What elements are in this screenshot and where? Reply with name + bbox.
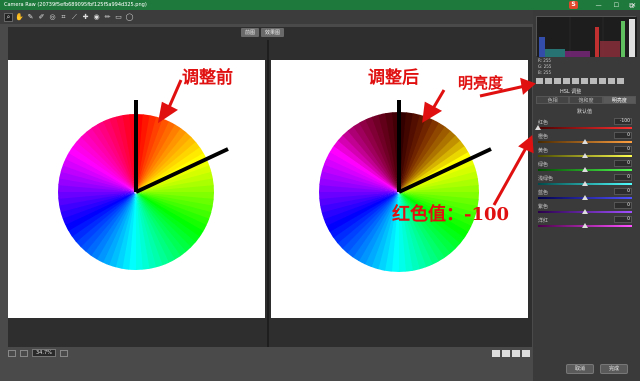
slider-label: 浅绿色 [538, 176, 554, 182]
spot-removal-icon[interactable]: ✚ [81, 13, 90, 22]
view-divider [267, 40, 269, 347]
annotation-before: 调整前 [182, 68, 233, 88]
slider-row: 紫色 0 [538, 202, 634, 216]
slider-row: 洋红 0 [538, 216, 634, 230]
slider-row: 蓝色 0 [538, 188, 634, 202]
toolbar: ⌕ ✋ ✎ ✐ ◎ ⌗ ⟋ ✚ ◉ ✏ ▭ ◯ [0, 10, 533, 24]
target-adjust-icon[interactable]: ◎ [48, 13, 57, 22]
zoom-controls: 34.7% [8, 348, 68, 358]
basic-tab-icon[interactable] [536, 78, 543, 84]
effects-tab-icon[interactable] [590, 78, 597, 84]
slider-thumb[interactable] [582, 181, 588, 186]
slider-label: 蓝色 [538, 190, 549, 196]
white-balance-icon[interactable]: ✎ [26, 13, 35, 22]
presets-tab-icon[interactable] [608, 78, 615, 84]
slider-value-field[interactable]: 0 [614, 216, 632, 223]
detail-tab-icon[interactable] [554, 78, 561, 84]
slider-value-field[interactable]: 0 [614, 146, 632, 153]
view-mode-controls [492, 350, 530, 357]
swap-view-icon[interactable] [502, 350, 510, 357]
slider-thumb[interactable] [582, 195, 588, 200]
slider-thumb[interactable] [582, 223, 588, 228]
view-labels: 前图 效果图 [241, 28, 285, 37]
zoom-level[interactable]: 34.7% [32, 349, 56, 357]
slider-thumb[interactable] [535, 125, 541, 130]
radial-filter-icon[interactable]: ◯ [125, 13, 134, 22]
slider-row: 红色 -100 [535, 118, 634, 132]
color-sampler-icon[interactable]: ✐ [37, 13, 46, 22]
after-view-label: 效果图 [261, 28, 285, 37]
snapshots-tab-icon[interactable] [617, 78, 624, 84]
before-image [8, 60, 265, 318]
hsl-tab-icon[interactable] [563, 78, 570, 84]
red-eye-icon[interactable]: ◉ [92, 13, 101, 22]
slider-value-field[interactable]: 0 [614, 174, 632, 181]
tone-curve-tab-icon[interactable] [545, 78, 552, 84]
slider-value-field[interactable]: 0 [614, 132, 632, 139]
calibration-tab-icon[interactable] [599, 78, 606, 84]
hsl-tabs: 色相 饱和度 明亮度 [536, 96, 636, 104]
before-view-label: 前图 [241, 28, 260, 37]
adjustment-brush-icon[interactable]: ✏ [103, 13, 112, 22]
zoom-out-icon[interactable] [20, 349, 28, 357]
hsl-tab-0[interactable]: 色相 [536, 96, 570, 104]
copy-settings-icon[interactable] [512, 350, 520, 357]
histogram-readout: R: 255 G: 255 B: 255 [538, 58, 552, 75]
lens-tab-icon[interactable] [581, 78, 588, 84]
hsl-panel-title: HSL 调整 [560, 89, 582, 95]
histogram [536, 16, 637, 57]
slider-row: 黄色 0 [538, 146, 634, 160]
annotation-luminance: 明亮度 [458, 74, 504, 92]
cancel-button[interactable]: 取消 [566, 364, 594, 374]
hsl-tab-2[interactable]: 明亮度 [602, 96, 636, 104]
straighten-icon[interactable]: ⟋ [70, 13, 79, 22]
slider-value-field[interactable]: -100 [614, 118, 632, 125]
window-title: Camera Raw (20739f5efb689095fbf125f5a994… [4, 2, 147, 8]
slider-thumb[interactable] [582, 209, 588, 214]
slider-label: 绿色 [538, 162, 549, 168]
split-toning-tab-icon[interactable] [572, 78, 579, 84]
panel-tabs [534, 78, 638, 86]
dialog-buttons: 取消 完成 [566, 364, 628, 374]
slider-row: 绿色 0 [538, 160, 634, 174]
default-link[interactable]: 默认值 [577, 108, 592, 115]
slider-track[interactable] [538, 127, 632, 129]
minimize-icon[interactable]: — [596, 2, 602, 9]
slider-row: 橙色 0 [538, 132, 634, 146]
hsl-tab-1[interactable]: 饱和度 [569, 96, 603, 104]
slider-label: 紫色 [538, 204, 549, 210]
title-bar: Camera Raw (20739f5efb689095fbf125f5a994… [0, 0, 640, 10]
after-image [271, 60, 528, 318]
photoshop-icon: S [569, 1, 578, 9]
crop-icon[interactable]: ⌗ [59, 13, 68, 22]
fit-view-icon[interactable] [8, 349, 16, 357]
toggle-preview-icon[interactable] [522, 350, 530, 357]
zoom-dropdown-icon[interactable] [59, 349, 68, 357]
slider-thumb[interactable] [582, 167, 588, 172]
annotation-after: 调整后 [368, 68, 419, 88]
hsl-sliders: 红色 -100 橙色 0 黄色 0 绿色 0 浅绿色 0 蓝色 0 紫色 0 洋红 0 [535, 118, 634, 230]
slider-value-field[interactable]: 0 [614, 160, 632, 167]
maximize-icon[interactable]: ☐ [614, 2, 619, 9]
hand-icon[interactable]: ✋ [15, 13, 24, 22]
slider-row: 浅绿色 0 [538, 174, 634, 188]
slider-label: 黄色 [538, 148, 549, 154]
zoom-icon[interactable]: ⌕ [4, 12, 13, 22]
annotation-red-value: 红色值：-100 [392, 204, 510, 225]
slider-label: 橙色 [538, 134, 549, 140]
slider-value-field[interactable]: 0 [614, 202, 632, 209]
slider-thumb[interactable] [582, 139, 588, 144]
slider-label: 洋红 [538, 218, 549, 224]
slider-thumb[interactable] [582, 153, 588, 158]
done-button[interactable]: 完成 [600, 364, 628, 374]
slider-value-field[interactable]: 0 [614, 188, 632, 195]
before-after-toggle-icon[interactable] [492, 350, 500, 357]
graduated-filter-icon[interactable]: ▭ [114, 13, 123, 22]
